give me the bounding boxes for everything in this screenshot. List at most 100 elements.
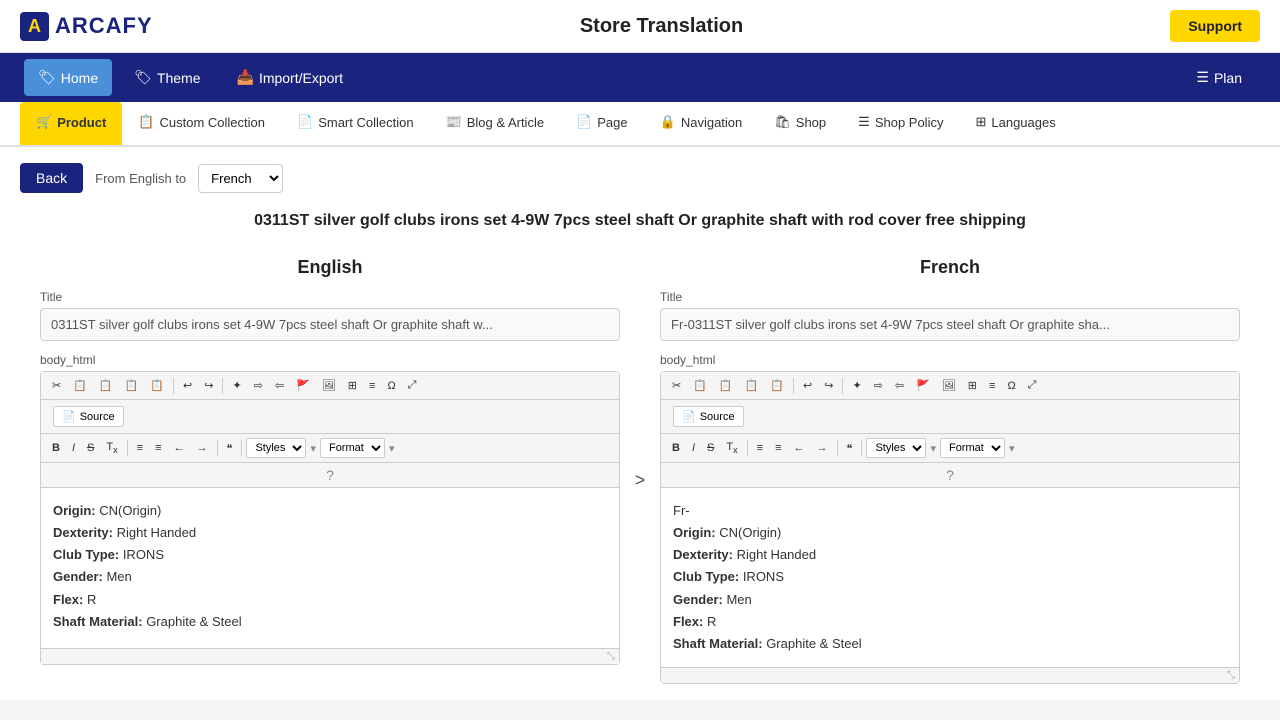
ol-button-en[interactable]: ≡ (132, 439, 148, 457)
nav-item-home[interactable]: 🏷 Home (24, 59, 112, 96)
paste-text-button[interactable]: 📋 (120, 376, 144, 395)
flag-button-fr[interactable]: 🚩 (911, 376, 935, 395)
tab-smart-collection[interactable]: 📄 Smart Collection (281, 102, 430, 145)
table-button-fr[interactable]: ⊞ (963, 376, 982, 395)
special-char-button-fr[interactable]: Ω (1002, 377, 1020, 395)
cut-button-fr[interactable]: ✂ (667, 376, 686, 395)
blockquote-button-en[interactable]: ❝ (222, 439, 238, 458)
select-all-button[interactable]: ⇨ (249, 376, 268, 395)
paste-button-fr[interactable]: 📋 (714, 376, 738, 395)
bold-button-en[interactable]: B (47, 439, 65, 457)
blockquote-button-fr[interactable]: ❝ (842, 439, 858, 458)
tab-shop[interactable]: 🛍 Shop (758, 102, 842, 145)
tab-navigation[interactable]: 🔒 Navigation (644, 102, 759, 145)
support-button[interactable]: Support (1170, 10, 1260, 42)
hr-button-fr[interactable]: ≡ (984, 377, 1000, 395)
strike-button-en[interactable]: S (82, 439, 99, 457)
format-select-en[interactable]: Format (320, 438, 385, 458)
navigation-icon: 🔒 (660, 114, 676, 130)
find-button[interactable]: ✦ (227, 376, 246, 395)
sep9 (837, 440, 838, 456)
french-title-input[interactable] (660, 308, 1240, 341)
english-editor-content[interactable]: Origin: CN(Origin) Dexterity: Right Hand… (41, 488, 619, 648)
image-button-fr[interactable]: 🖼 (937, 376, 961, 395)
page-title: Store Translation (580, 15, 743, 38)
smart-collection-icon: 📄 (297, 114, 313, 130)
fullscreen-button-fr[interactable]: ⤢ (1023, 376, 1042, 395)
paste-word-button[interactable]: 📋 (145, 376, 169, 395)
ol-button-fr[interactable]: ≡ (752, 439, 768, 457)
theme-icon: 🏷 (134, 69, 152, 86)
english-editor-footer: ⤡ (41, 648, 619, 664)
hr-button[interactable]: ≡ (364, 377, 380, 395)
source-icon-fr: 📄 (682, 410, 696, 423)
language-select[interactable]: French German Spanish (198, 164, 283, 193)
nav-item-theme[interactable]: 🏷 Theme (116, 53, 218, 102)
source-button-fr[interactable]: 📄 Source (673, 406, 744, 427)
copy-button[interactable]: 📋 (68, 376, 92, 395)
shaft-label-en: Shaft Material: (53, 614, 143, 629)
outdent-button-en[interactable]: ← (169, 439, 190, 457)
nav-item-plan[interactable]: ☰ Plan (1178, 53, 1260, 102)
page-icon: 📄 (576, 114, 592, 130)
fullscreen-button[interactable]: ⤢ (403, 376, 422, 395)
flag-button[interactable]: 🚩 (291, 376, 315, 395)
italic-button-fr[interactable]: I (687, 439, 700, 457)
paste-word-button-fr[interactable]: 📋 (765, 376, 789, 395)
table-button[interactable]: ⊞ (343, 376, 362, 395)
cut-button[interactable]: ✂ (47, 376, 66, 395)
find-button-fr[interactable]: ✦ (847, 376, 866, 395)
undo-button[interactable]: ↩ (178, 376, 197, 395)
outdent-button-fr[interactable]: ← (789, 439, 810, 457)
ul-button-fr[interactable]: ≡ (770, 439, 786, 457)
gender-label-fr: Gender: (673, 592, 723, 607)
french-editor-content[interactable]: Fr- Origin: CN(Origin) Dexterity: Right … (661, 488, 1239, 667)
logo-icon: A (20, 12, 49, 41)
tab-custom-collection[interactable]: 📋 Custom Collection (122, 102, 281, 145)
english-title-label: Title (40, 290, 620, 304)
tab-languages[interactable]: ⊞ Languages (959, 102, 1071, 145)
strike-button-fr[interactable]: S (702, 439, 719, 457)
bold-button-fr[interactable]: B (667, 439, 685, 457)
back-button[interactable]: Back (20, 163, 83, 193)
nav-left: 🏷 Home 🏷 Theme 📥 Import/Export (20, 53, 361, 102)
sep5 (241, 440, 242, 456)
undo-button-fr[interactable]: ↩ (798, 376, 817, 395)
subscript-button-en[interactable]: Tx (101, 438, 122, 458)
tab-page[interactable]: 📄 Page (560, 102, 644, 145)
sep1 (173, 378, 174, 394)
special-char-button[interactable]: Ω (382, 377, 400, 395)
product-tab-icon: 🛒 (36, 114, 52, 130)
tab-shop-policy[interactable]: ☰ Shop Policy (842, 102, 959, 145)
indent-button-fr[interactable]: → (812, 439, 833, 457)
nav-item-import-export[interactable]: 📥 Import/Export (219, 53, 361, 102)
copy-button-fr[interactable]: 📋 (688, 376, 712, 395)
english-title-input[interactable] (40, 308, 620, 341)
redo-button-fr[interactable]: ↪ (819, 376, 838, 395)
tab-blog-article[interactable]: 📰 Blog & Article (430, 102, 561, 145)
format-select-fr[interactable]: Format (940, 438, 1005, 458)
select-all-button-fr[interactable]: ⇨ (869, 376, 888, 395)
english-body-label: body_html (40, 353, 620, 367)
spell-check-button-fr[interactable]: ⇦ (890, 376, 909, 395)
help-icon-en: ? (41, 463, 619, 488)
ul-button-en[interactable]: ≡ (150, 439, 166, 457)
subscript-button-fr[interactable]: Tx (721, 438, 742, 458)
image-button[interactable]: 🖼 (317, 376, 341, 395)
paste-button[interactable]: 📋 (94, 376, 118, 395)
spell-check-button[interactable]: ⇦ (270, 376, 289, 395)
custom-collection-icon: 📋 (138, 114, 154, 130)
flex-label-fr: Flex: (673, 614, 703, 629)
styles-select-fr[interactable]: Styles (866, 438, 926, 458)
shaft-label-fr: Shaft Material: (673, 636, 763, 651)
home-icon: 🏷 (38, 69, 56, 86)
indent-button-en[interactable]: → (192, 439, 213, 457)
english-toolbar-top: ✂ 📋 📋 📋 📋 ↩ ↪ ✦ ⇨ ⇦ 🚩 🖼 ⊞ ≡ Ω (41, 372, 619, 400)
source-button-en[interactable]: 📄 Source (53, 406, 124, 427)
redo-button[interactable]: ↪ (199, 376, 218, 395)
sep6 (793, 378, 794, 394)
styles-select-en[interactable]: Styles (246, 438, 306, 458)
paste-text-button-fr[interactable]: 📋 (740, 376, 764, 395)
italic-button-en[interactable]: I (67, 439, 80, 457)
tab-product[interactable]: 🛒 Product (20, 102, 122, 145)
